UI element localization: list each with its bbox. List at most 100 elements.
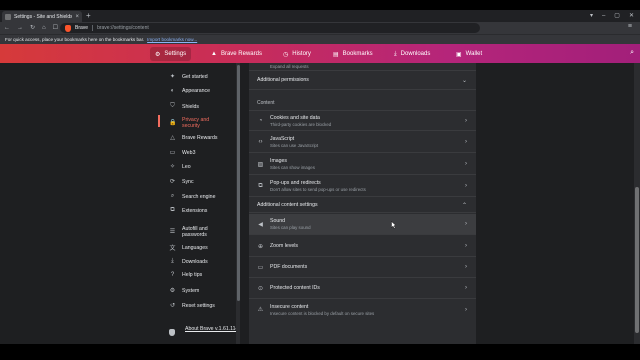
insecure-content-row[interactable]: ⚠ Insecure content Insecure content is b…	[249, 299, 476, 320]
tab-history[interactable]: ◷ History	[283, 49, 311, 59]
additional-content-settings-row[interactable]: Additional content settings ⌃	[249, 198, 476, 213]
protected-content-row[interactable]: ⊙ Protected content IDs ›	[249, 278, 476, 299]
row-subtitle: Insecure content is blocked by default o…	[270, 310, 375, 316]
chevron-right-icon: ›	[465, 243, 467, 249]
partial-row-sub: Expand all requests	[270, 64, 309, 69]
row-title: Images	[270, 158, 288, 164]
pdf-documents-row[interactable]: ▭ PDF documents ›	[249, 257, 476, 278]
tab-strip: Settings - Site and Shields S × + ▾ – ▢ …	[0, 10, 640, 22]
content-section-label: Content	[257, 100, 275, 106]
content-settings-card: Expand all requests Additional permissio…	[249, 63, 476, 344]
chevron-right-icon: ›	[465, 306, 467, 313]
chevron-right-icon: ›	[465, 285, 467, 291]
sidebar-item-languages[interactable]: 文 Languages	[158, 243, 238, 253]
tab-search-icon[interactable]: ▾	[590, 11, 593, 21]
sidebar-item-brave-rewards[interactable]: △ Brave Rewards	[158, 134, 238, 142]
tab-brave-rewards-label: Brave Rewards	[220, 51, 262, 57]
settings-sidebar: ✦ Get started ◐ Appearance ⛉ Shields 🔒 P…	[158, 63, 238, 344]
popups-row[interactable]: ⧉ Pop-ups and redirects Don't allow site…	[249, 176, 476, 197]
sidebar-item-label: Search engine	[182, 193, 216, 200]
chevron-right-icon: ›	[465, 161, 467, 167]
sidebar-item-downloads[interactable]: ⤓ Downloads	[158, 258, 238, 265]
chevron-right-icon: ›	[465, 221, 467, 227]
row-title: Zoom levels	[270, 243, 298, 249]
code-icon: ‹›	[258, 139, 263, 145]
minimize-button[interactable]: –	[602, 11, 605, 21]
sidebar-item-system[interactable]: ⚙ System	[158, 287, 238, 295]
hamburger-menu-icon[interactable]: ≡	[628, 23, 632, 30]
close-window-button[interactable]: ✕	[629, 11, 634, 21]
address-bar[interactable]: Brave brave://settings/content	[60, 23, 480, 33]
row-title: Pop-ups and redirects	[270, 180, 321, 186]
sidebar-item-label: Reset settings	[182, 302, 215, 309]
sidebar-item-web3[interactable]: ▭ Web3	[158, 149, 238, 157]
sidebar-item-sync[interactable]: ⟳ Sync	[158, 178, 238, 186]
brave-logo-icon	[65, 24, 71, 32]
sidebar-item-reset-settings[interactable]: ↺ Reset settings	[158, 302, 238, 310]
zoom-icon: ⊕	[257, 243, 264, 250]
row-subtitle: Sites can use JavaScript	[270, 143, 319, 148]
protected-icon: ⊙	[257, 285, 264, 292]
sidebar-item-help-tips[interactable]: ? Help tips	[158, 272, 238, 278]
sidebar-item-shields[interactable]: ⛉ Shields	[158, 103, 238, 110]
sidebar-item-label: System	[182, 287, 200, 294]
gear-icon: ⚙	[155, 51, 161, 58]
sidebar-item-search-engine[interactable]: ⌕ Search engine	[158, 193, 238, 200]
images-row[interactable]: ▨ Images Sites can show images ›	[249, 154, 476, 175]
omnibox-divider	[92, 25, 94, 31]
javascript-row[interactable]: ‹› JavaScript Sites can use JavaScript ›	[249, 132, 476, 153]
sound-row[interactable]: ◀ Sound Sites can play sound ›	[249, 214, 476, 235]
reload-icon[interactable]: ↻	[30, 24, 35, 32]
tab-downloads[interactable]: ⤓ Downloads	[394, 49, 430, 59]
wallet-icon: ▭	[169, 150, 176, 156]
triangle-icon: ▲	[211, 51, 217, 57]
home-icon[interactable]: ⌂	[42, 24, 46, 32]
sidebar-item-privacy-and-security[interactable]: 🔒 Privacy and security	[158, 115, 238, 129]
additional-content-settings-label: Additional content settings	[257, 202, 318, 208]
new-tab-button[interactable]: +	[86, 11, 91, 21]
maximize-button[interactable]: ▢	[614, 11, 620, 21]
tab-close-icon[interactable]: ×	[75, 14, 79, 20]
main-scrollbar[interactable]	[634, 63, 640, 344]
tab-wallet[interactable]: ▣ Wallet	[456, 49, 482, 59]
list-icon: ☰	[169, 229, 176, 235]
bookmark-page-icon[interactable]: ☐	[53, 24, 58, 32]
sidebar-scrollbar[interactable]	[236, 63, 240, 344]
browser-tab-settings[interactable]: Settings - Site and Shields S ×	[2, 11, 82, 22]
sidebar-item-extensions[interactable]: ⧉ Extensions	[158, 207, 238, 214]
tab-bookmarks[interactable]: ▤ Bookmarks	[333, 49, 373, 59]
tab-settings[interactable]: ⚙ Settings	[150, 47, 192, 61]
system-icon: ⚙	[169, 288, 176, 294]
sidebar-scrollbar-thumb[interactable]	[236, 65, 240, 301]
cookies-row[interactable]: ◔ Cookies and site data Third-party cook…	[249, 110, 476, 131]
settings-top-nav: ⚙ Settings ▲ Brave Rewards ◷ History ▤ B…	[0, 44, 640, 63]
settings-search-icon[interactable]: ⌕	[630, 49, 634, 57]
additional-permissions-row[interactable]: Additional permissions ⌄	[249, 71, 476, 90]
tab-brave-rewards[interactable]: ▲ Brave Rewards	[211, 49, 262, 59]
back-icon[interactable]: ←	[4, 24, 10, 32]
omnibox-brave-label: Brave	[75, 25, 89, 31]
brave-logo-icon	[169, 329, 175, 336]
url-text[interactable]: brave://settings/content	[97, 25, 149, 31]
rocket-icon: ✦	[169, 74, 176, 80]
settings-favicon-icon	[5, 13, 11, 20]
sidebar-item-get-started[interactable]: ✦ Get started	[158, 73, 238, 81]
triangle-icon: △	[170, 135, 175, 141]
bookmarks-bar: For quick access, place your bookmarks h…	[0, 34, 640, 44]
sidebar-item-autofill[interactable]: ☰ Autofill and passwords	[158, 226, 238, 238]
sidebar-item-label: Appearance	[182, 88, 210, 94]
language-icon: 文	[169, 246, 176, 252]
row-subtitle: Don't allow sites to send pop-ups or use…	[270, 187, 366, 192]
download-icon: ⤓	[394, 50, 397, 57]
row-subtitle: Sites can show images	[270, 165, 315, 170]
main-scrollbar-thumb[interactable]	[635, 187, 639, 333]
sidebar-item-leo[interactable]: ✧ Leo	[158, 163, 238, 171]
import-bookmarks-link[interactable]: Import bookmarks now...	[147, 37, 197, 42]
zoom-levels-row[interactable]: ⊕ Zoom levels ›	[249, 236, 476, 257]
tab-settings-label: Settings	[164, 51, 187, 57]
row-title: Protected content IDs	[270, 285, 320, 291]
tab-downloads-label: Downloads	[400, 51, 431, 57]
forward-icon[interactable]: →	[17, 24, 23, 32]
sidebar-item-label: Leo	[182, 163, 191, 170]
sidebar-item-appearance[interactable]: ◐ Appearance	[158, 88, 238, 94]
